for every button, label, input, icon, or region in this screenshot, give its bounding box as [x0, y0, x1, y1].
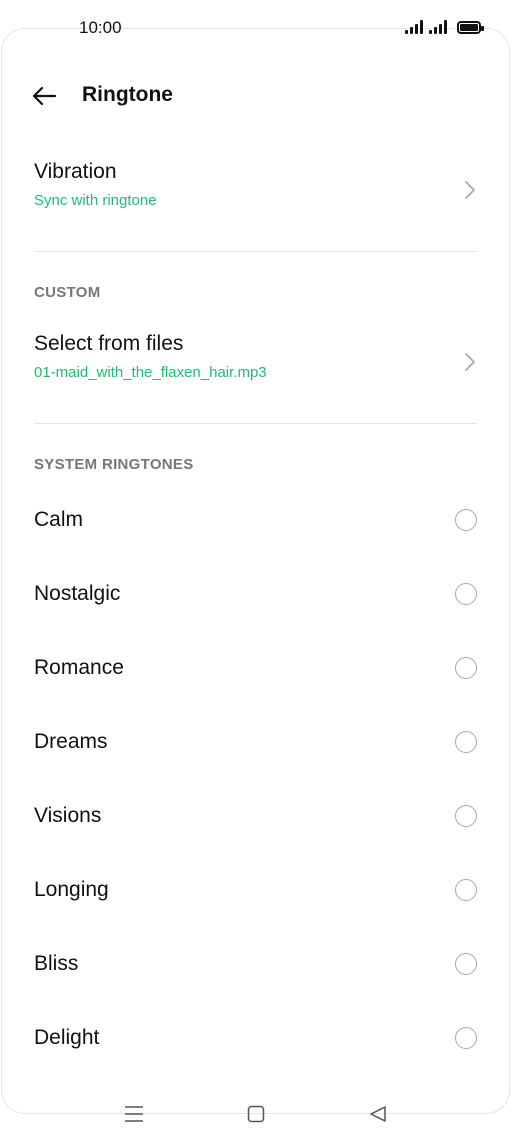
ringtone-label: Dreams — [34, 730, 108, 753]
radio-button[interactable] — [455, 509, 477, 531]
ringtone-label: Delight — [34, 1026, 100, 1049]
vibration-title: Vibration — [34, 160, 117, 183]
signal-icon-2 — [429, 20, 447, 34]
select-from-files-title: Select from files — [34, 332, 184, 355]
ringtone-item-delight[interactable]: Delight — [34, 1018, 477, 1058]
phone-screen: 10:00 Ringtone Vibration Sync with ringt… — [0, 0, 511, 1142]
ringtone-label: Longing — [34, 878, 109, 901]
radio-button[interactable] — [455, 731, 477, 753]
ringtone-item-romance[interactable]: Romance — [34, 648, 477, 688]
arrow-left-icon — [32, 86, 57, 106]
menu-icon — [125, 1106, 143, 1122]
ringtone-label: Visions — [34, 804, 102, 827]
nav-menu-button[interactable] — [120, 1100, 148, 1128]
radio-button[interactable] — [455, 953, 477, 975]
vibration-row[interactable]: Vibration Sync with ringtone — [34, 160, 477, 220]
vibration-value: Sync with ringtone — [34, 192, 157, 209]
back-button[interactable] — [26, 78, 62, 114]
ringtone-item-bliss[interactable]: Bliss — [34, 944, 477, 984]
chevron-right-icon — [465, 353, 475, 371]
nav-back-button[interactable] — [364, 1100, 392, 1128]
section-label-system-ringtones: SYSTEM RINGTONES — [34, 456, 194, 473]
ringtone-label: Bliss — [34, 952, 79, 975]
navigation-bar — [0, 1086, 511, 1142]
select-from-files-row[interactable]: Select from files 01-maid_with_the_flaxe… — [34, 332, 477, 392]
ringtone-label: Romance — [34, 656, 124, 679]
back-triangle-icon — [370, 1106, 386, 1122]
battery-icon — [457, 21, 484, 34]
section-label-custom: CUSTOM — [34, 284, 101, 301]
radio-button[interactable] — [455, 879, 477, 901]
divider — [34, 423, 477, 424]
signal-icon — [405, 20, 423, 34]
ringtone-item-nostalgic[interactable]: Nostalgic — [34, 574, 477, 614]
radio-button[interactable] — [455, 583, 477, 605]
ringtone-label: Calm — [34, 508, 84, 531]
divider — [34, 251, 477, 252]
status-icons — [405, 20, 484, 34]
ringtone-item-visions[interactable]: Visions — [34, 796, 477, 836]
home-square-icon — [247, 1105, 265, 1123]
status-bar: 10:00 — [0, 0, 511, 56]
ringtone-item-calm[interactable]: Calm — [34, 500, 477, 540]
nav-home-button[interactable] — [242, 1100, 270, 1128]
radio-button[interactable] — [455, 805, 477, 827]
page-title: Ringtone — [82, 83, 173, 106]
radio-button[interactable] — [455, 1027, 477, 1049]
ringtone-item-longing[interactable]: Longing — [34, 870, 477, 910]
app-header: Ringtone — [0, 70, 511, 120]
radio-button[interactable] — [455, 657, 477, 679]
ringtone-item-dreams[interactable]: Dreams — [34, 722, 477, 762]
status-time: 10:00 — [79, 18, 122, 37]
selected-file-name: 01-maid_with_the_flaxen_hair.mp3 — [34, 364, 267, 381]
chevron-right-icon — [465, 181, 475, 199]
ringtone-label: Nostalgic — [34, 582, 121, 605]
